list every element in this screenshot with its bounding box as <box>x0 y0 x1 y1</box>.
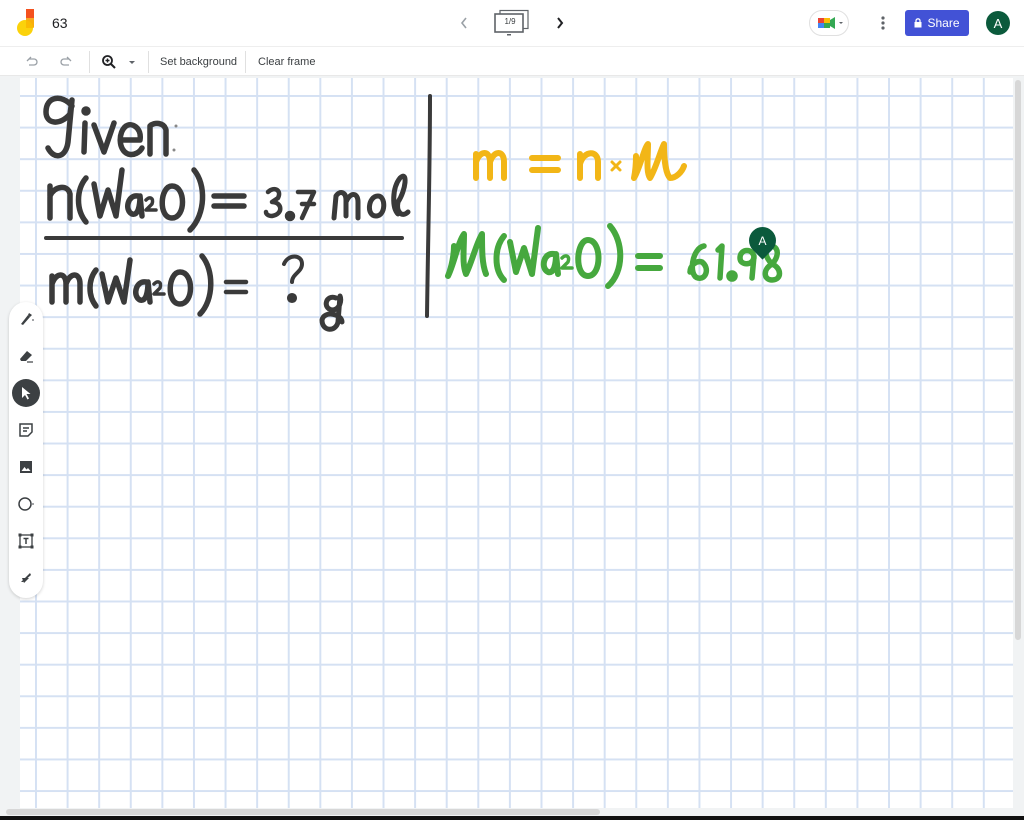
pen-icon <box>21 313 34 325</box>
circle-icon <box>18 497 34 511</box>
cursor-arrow-icon <box>22 387 31 400</box>
zoom-button[interactable] <box>101 53 117 71</box>
more-options-button[interactable] <box>874 12 892 34</box>
molar-mass-ink <box>445 223 783 289</box>
whiteboard-canvas[interactable] <box>20 78 1013 808</box>
meet-button[interactable] <box>809 10 849 36</box>
horizontal-scrollbar[interactable] <box>6 809 600 815</box>
given-label-ink <box>43 95 169 159</box>
collaborator-cursor: A <box>743 221 782 260</box>
frame-indicator: 1/9 <box>504 17 516 26</box>
chevron-right-icon <box>557 17 564 29</box>
window-bottom-edge <box>0 816 1024 820</box>
chevron-left-icon <box>460 17 467 29</box>
pen-tool[interactable] <box>12 305 40 333</box>
formula-ink <box>473 141 687 181</box>
laser-tool[interactable] <box>12 564 40 592</box>
redo-button[interactable] <box>59 53 73 71</box>
google-meet-icon <box>818 17 843 29</box>
share-label: Share <box>927 16 960 30</box>
previous-frame-button[interactable] <box>455 13 473 33</box>
redo-icon <box>60 56 72 66</box>
column-separator-ink <box>425 94 432 318</box>
next-frame-button[interactable] <box>551 13 569 33</box>
vertical-scrollbar[interactable] <box>1015 80 1021 640</box>
lock-icon <box>914 18 922 28</box>
toolbar-divider <box>245 51 246 73</box>
laser-pointer-icon <box>21 573 31 583</box>
top-bar: 63 1/9 Share A <box>0 0 1024 46</box>
zoom-dropdown-button[interactable] <box>127 53 137 71</box>
select-tool[interactable] <box>12 379 40 407</box>
set-background-button[interactable]: Set background <box>160 53 237 71</box>
toolbar-divider <box>148 51 149 73</box>
image-icon <box>20 461 32 473</box>
share-button[interactable]: Share <box>905 10 969 36</box>
given-amount-ink <box>47 167 411 233</box>
zoom-in-icon <box>102 55 116 69</box>
handwriting-layer <box>43 94 783 332</box>
caret-down-icon <box>129 61 135 64</box>
sticky-note-icon <box>19 423 33 437</box>
more-vert-icon <box>881 16 885 30</box>
collaborator-initial: A <box>758 233 767 248</box>
shape-tool[interactable] <box>12 490 40 518</box>
sticky-note-tool[interactable] <box>12 416 40 444</box>
jamboard-logo-icon <box>17 9 34 36</box>
text-box-tool[interactable] <box>12 527 40 555</box>
eraser-icon <box>20 351 33 363</box>
tool-palette <box>9 302 43 598</box>
toolbar-divider <box>89 51 90 73</box>
undo-icon <box>26 56 38 66</box>
undo-button[interactable] <box>25 53 39 71</box>
image-tool[interactable] <box>12 453 40 481</box>
document-title[interactable]: 63 <box>52 15 68 31</box>
clear-frame-button[interactable]: Clear frame <box>258 53 315 71</box>
unknown-mass-ink <box>49 253 345 332</box>
eraser-tool[interactable] <box>12 342 40 370</box>
account-avatar[interactable]: A <box>986 11 1010 35</box>
text-box-icon <box>18 533 34 549</box>
edit-toolbar: Set background Clear frame <box>0 46 1024 76</box>
